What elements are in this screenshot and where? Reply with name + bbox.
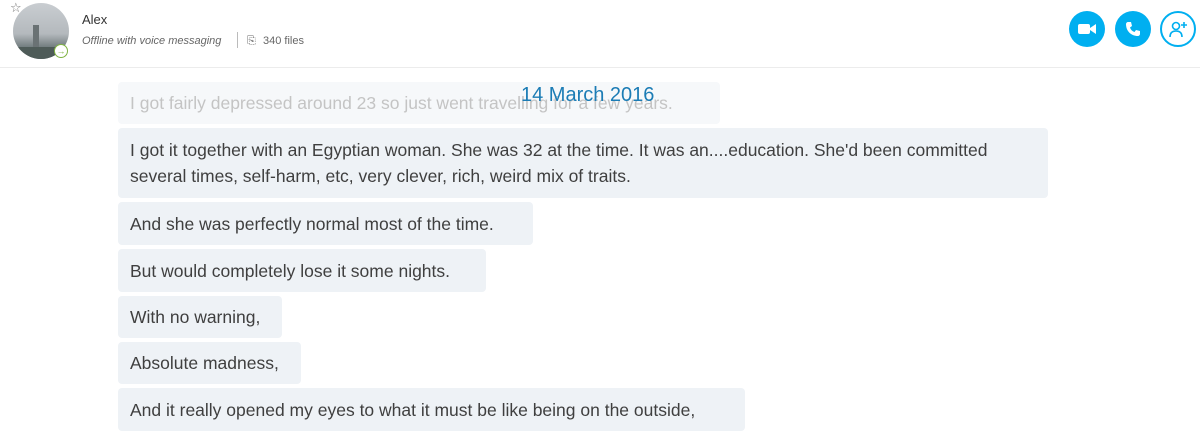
video-call-button[interactable] — [1069, 11, 1105, 47]
message-bubble[interactable]: Absolute madness, — [118, 342, 301, 384]
contact-name[interactable]: Alex — [82, 12, 107, 27]
presence-forward-icon: → — [54, 44, 68, 58]
message-bubble[interactable]: With no warning, — [118, 296, 282, 338]
contact-status: Offline with voice messaging — [82, 35, 222, 47]
message-bubble[interactable]: And it really opened my eyes to what it … — [118, 388, 745, 431]
phone-icon — [1126, 22, 1140, 36]
date-separator: 14 March 2016 — [521, 84, 655, 106]
favorite-star-icon[interactable]: ☆ — [10, 1, 22, 14]
header-divider — [237, 32, 238, 48]
shared-files-link[interactable]: 340 files — [263, 35, 304, 47]
audio-call-button[interactable] — [1115, 11, 1151, 47]
add-person-icon — [1169, 21, 1187, 38]
message-bubble[interactable]: And she was perfectly normal most of the… — [118, 202, 533, 245]
conversation-header: ☆ → Alex Offline with voice messaging ⎘ … — [0, 0, 1200, 68]
video-camera-icon — [1078, 24, 1096, 34]
message-bubble[interactable]: I got it together with an Egyptian woman… — [118, 128, 1048, 198]
message-bubble[interactable]: But would completely lose it some nights… — [118, 249, 486, 292]
contact-avatar[interactable]: ☆ → — [10, 1, 69, 59]
add-people-button[interactable] — [1160, 11, 1196, 47]
files-icon: ⎘ — [247, 35, 256, 47]
